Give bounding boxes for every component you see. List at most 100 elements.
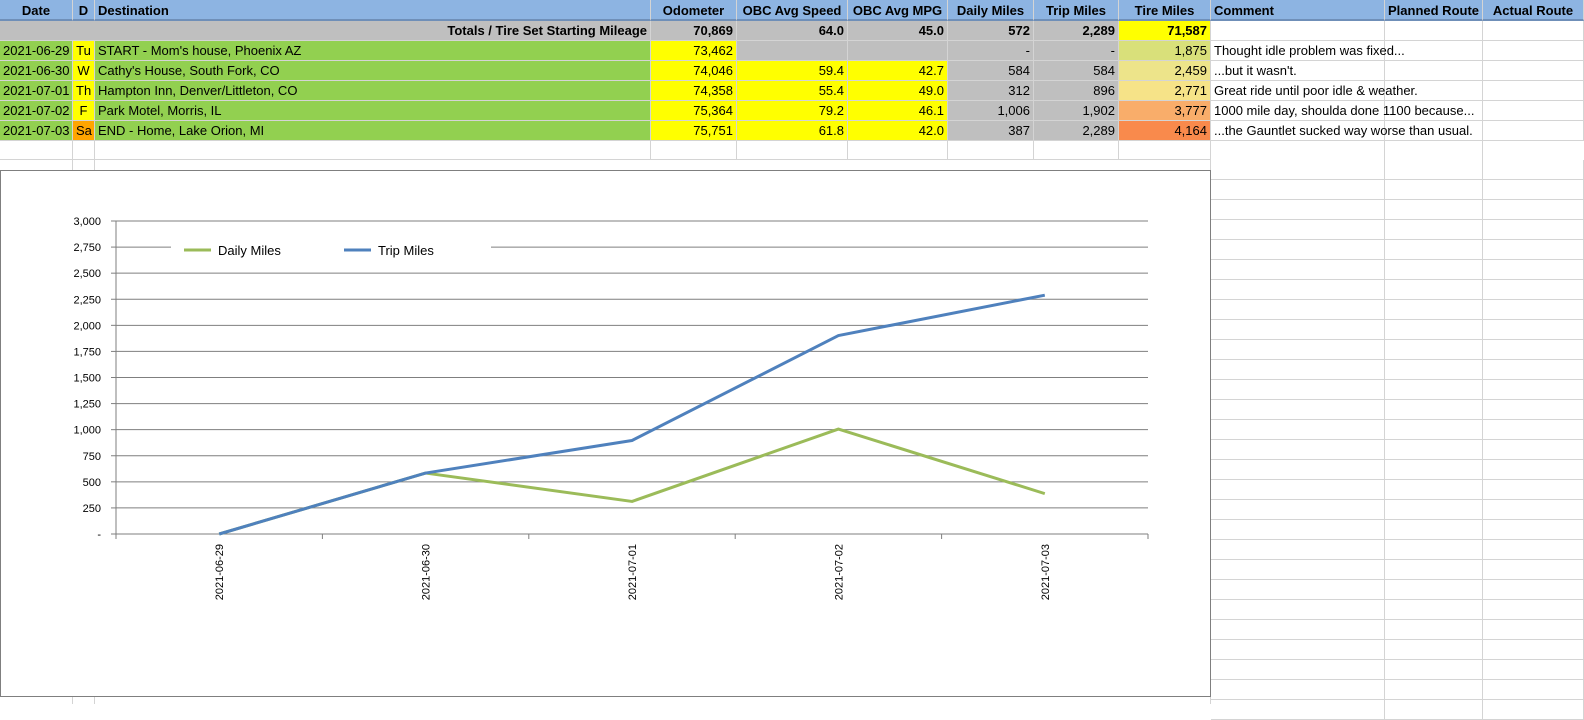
- totals-trip-miles[interactable]: 2,289: [1034, 21, 1119, 41]
- empty-cell[interactable]: [1483, 460, 1584, 480]
- empty-cell[interactable]: [1385, 21, 1483, 41]
- cell-trip-miles[interactable]: 1,902: [1034, 101, 1119, 121]
- empty-cell[interactable]: [1483, 560, 1584, 580]
- empty-cell[interactable]: [1483, 620, 1584, 640]
- empty-cell[interactable]: [1385, 700, 1483, 720]
- empty-cell[interactable]: [1211, 540, 1385, 560]
- chart-legend[interactable]: Daily Miles Trip Miles: [171, 231, 491, 258]
- empty-cell[interactable]: [1385, 180, 1483, 200]
- empty-cell[interactable]: [1211, 480, 1385, 500]
- header-planned-route[interactable]: Planned Route: [1385, 0, 1483, 21]
- empty-cell[interactable]: [1211, 560, 1385, 580]
- empty-cell[interactable]: [1385, 660, 1483, 680]
- cell-trip-miles[interactable]: 584: [1034, 61, 1119, 81]
- empty-cell[interactable]: [73, 140, 95, 160]
- empty-cell[interactable]: [1211, 300, 1385, 320]
- cell-date[interactable]: 2021-06-30: [0, 61, 73, 81]
- empty-cell[interactable]: [1483, 180, 1584, 200]
- empty-cell[interactable]: [651, 140, 737, 160]
- empty-cell[interactable]: [1211, 520, 1385, 540]
- header-trip-miles[interactable]: Trip Miles: [1034, 0, 1119, 21]
- empty-cell[interactable]: [1385, 280, 1483, 300]
- cell-daily-miles[interactable]: 387: [948, 121, 1034, 141]
- empty-cell[interactable]: [1385, 560, 1483, 580]
- cell-odometer[interactable]: 75,364: [651, 101, 737, 121]
- empty-cell[interactable]: [1385, 200, 1483, 220]
- cell-destination[interactable]: END - Home, Lake Orion, MI: [95, 121, 651, 141]
- empty-cell[interactable]: [1385, 580, 1483, 600]
- header-actual-route[interactable]: Actual Route: [1483, 0, 1584, 21]
- empty-cell[interactable]: [1211, 160, 1385, 180]
- empty-cell[interactable]: [737, 140, 848, 160]
- empty-cell[interactable]: [1211, 260, 1385, 280]
- cell-tire-miles[interactable]: 3,777: [1119, 101, 1211, 121]
- cell-actual-route[interactable]: [1483, 61, 1584, 81]
- empty-cell[interactable]: [1034, 140, 1119, 160]
- empty-cell[interactable]: [1483, 400, 1584, 420]
- totals-odometer[interactable]: 70,869: [651, 21, 737, 41]
- cell-daily-miles[interactable]: 584: [948, 61, 1034, 81]
- empty-cell[interactable]: [1385, 600, 1483, 620]
- totals-tire-miles[interactable]: 71,587: [1119, 21, 1211, 41]
- cell-comment[interactable]: ...the Gauntlet sucked way worse than us…: [1211, 121, 1473, 141]
- empty-cell[interactable]: [1211, 600, 1385, 620]
- totals-obc-mpg[interactable]: 45.0: [848, 21, 948, 41]
- empty-cell[interactable]: [1483, 280, 1584, 300]
- cell-obc-speed[interactable]: 59.4: [737, 61, 848, 81]
- empty-cell[interactable]: [848, 140, 948, 160]
- empty-cell[interactable]: [1211, 280, 1385, 300]
- empty-cell[interactable]: [1211, 500, 1385, 520]
- empty-cell[interactable]: [1385, 620, 1483, 640]
- empty-cell[interactable]: [1483, 420, 1584, 440]
- empty-cell[interactable]: [1385, 340, 1483, 360]
- cell-obc-mpg[interactable]: [848, 41, 948, 61]
- line-chart[interactable]: - 250 500 750 1,000 1,250 1,500 1,750 2,000 2,250…: [0, 170, 1211, 697]
- cell-obc-mpg[interactable]: 49.0: [848, 81, 948, 101]
- empty-cell[interactable]: [1211, 200, 1385, 220]
- cell-trip-miles[interactable]: -: [1034, 41, 1119, 61]
- empty-cell[interactable]: [0, 140, 73, 160]
- cell-day[interactable]: F: [73, 101, 95, 121]
- cell-day[interactable]: Tu: [73, 41, 95, 61]
- empty-cell[interactable]: [1211, 320, 1385, 340]
- header-comment[interactable]: Comment: [1211, 0, 1385, 21]
- header-day[interactable]: D: [73, 0, 95, 21]
- empty-cell[interactable]: [1483, 340, 1584, 360]
- empty-cell[interactable]: [1483, 500, 1584, 520]
- cell-trip-miles[interactable]: 896: [1034, 81, 1119, 101]
- empty-cell[interactable]: [1211, 240, 1385, 260]
- empty-cell[interactable]: [1385, 400, 1483, 420]
- cell-date[interactable]: 2021-07-03: [0, 121, 73, 141]
- empty-cell[interactable]: [1385, 220, 1483, 240]
- empty-cell[interactable]: [1385, 500, 1483, 520]
- cell-date[interactable]: 2021-07-01: [0, 81, 73, 101]
- empty-cell[interactable]: [1483, 360, 1584, 380]
- empty-cell[interactable]: [1483, 580, 1584, 600]
- header-tire-miles[interactable]: Tire Miles: [1119, 0, 1211, 21]
- header-destination[interactable]: Destination: [95, 0, 651, 21]
- empty-cell[interactable]: [1483, 200, 1584, 220]
- empty-cell[interactable]: [1483, 440, 1584, 460]
- cell-actual-route[interactable]: [1483, 101, 1584, 121]
- cell-odometer[interactable]: 73,462: [651, 41, 737, 61]
- empty-cell[interactable]: [1211, 620, 1385, 640]
- header-obc-speed[interactable]: OBC Avg Speed: [737, 0, 848, 21]
- cell-destination[interactable]: Park Motel, Morris, IL: [95, 101, 651, 121]
- header-date[interactable]: Date: [0, 0, 73, 21]
- empty-cell[interactable]: [1211, 680, 1385, 700]
- cell-planned-route[interactable]: [1385, 61, 1483, 81]
- empty-cell[interactable]: [1385, 520, 1483, 540]
- cell-odometer[interactable]: 74,046: [651, 61, 737, 81]
- cell-destination[interactable]: Hampton Inn, Denver/Littleton, CO: [95, 81, 651, 101]
- empty-cell[interactable]: [1385, 420, 1483, 440]
- cell-daily-miles[interactable]: 312: [948, 81, 1034, 101]
- empty-cell[interactable]: [1483, 660, 1584, 680]
- cell-comment[interactable]: 1000 mile day, shoulda done 1100 because…: [1211, 101, 1474, 121]
- empty-cell[interactable]: [1211, 660, 1385, 680]
- empty-cell[interactable]: [1483, 21, 1584, 41]
- empty-cell[interactable]: [1385, 460, 1483, 480]
- cell-obc-speed[interactable]: [737, 41, 848, 61]
- cell-day[interactable]: W: [73, 61, 95, 81]
- cell-obc-speed[interactable]: 61.8: [737, 121, 848, 141]
- empty-cell[interactable]: [1385, 160, 1483, 180]
